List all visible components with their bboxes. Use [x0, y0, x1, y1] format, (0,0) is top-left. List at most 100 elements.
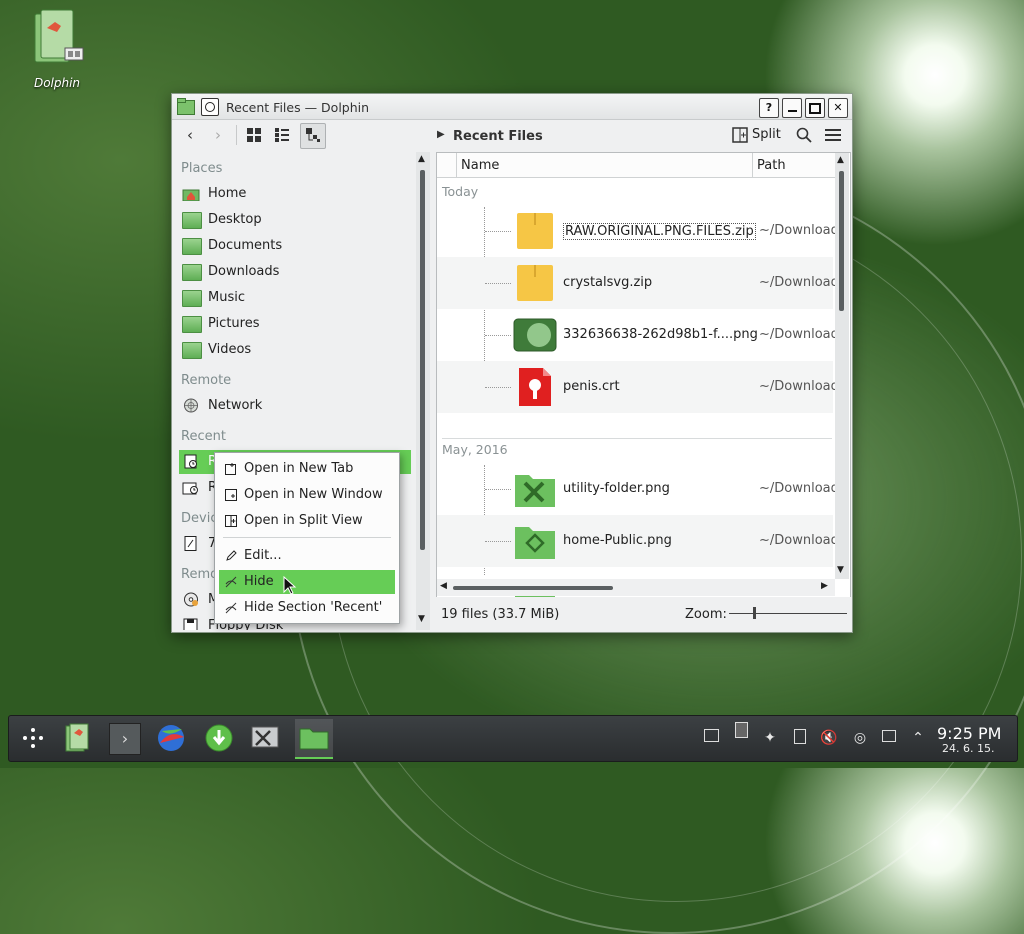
- back-arrow-icon: ‹: [187, 126, 193, 144]
- tree-branch: [485, 231, 511, 232]
- display-icon[interactable]: [880, 729, 898, 747]
- zoom-slider[interactable]: [729, 607, 847, 619]
- menu-open-in-split-view[interactable]: Open in Split View: [219, 509, 395, 533]
- icons-view-button[interactable]: [242, 123, 266, 147]
- split-label: Split: [752, 127, 781, 142]
- file-row[interactable]: penis.crt ~/Download: [437, 361, 839, 413]
- place-desktop[interactable]: Desktop: [179, 208, 411, 232]
- menu-label: Open in New Window: [244, 487, 383, 502]
- menu-edit[interactable]: Edit...: [219, 544, 395, 568]
- file-row[interactable]: utility-folder.png ~/Download: [437, 463, 839, 515]
- file-path: ~/Download: [759, 533, 839, 548]
- network-icon[interactable]: ◎: [851, 729, 869, 747]
- file-view-vscrollbar[interactable]: ▲ ▼: [835, 153, 849, 579]
- file-name: utility-folder.png: [563, 481, 670, 496]
- clipboard-device-icon[interactable]: [732, 722, 750, 740]
- clock-time[interactable]: 9:25 PM: [937, 724, 1001, 743]
- file-name: home-Public.png: [563, 533, 672, 548]
- file-row[interactable]: home-Public.png ~/Download: [437, 515, 839, 567]
- icons-view-icon: [247, 128, 261, 142]
- dolphin-task-icon[interactable]: [62, 723, 92, 753]
- file-view-vscroll-handle[interactable]: [839, 171, 844, 311]
- compact-view-button[interactable]: [270, 123, 294, 147]
- scroll-left-arrow-icon[interactable]: ◀: [440, 581, 447, 591]
- menu-open-in-new-window[interactable]: Open in New Window: [219, 483, 395, 507]
- scroll-up-arrow-icon[interactable]: ▲: [837, 155, 844, 165]
- place-label: Desktop: [208, 212, 262, 227]
- close-button[interactable]: ✕: [828, 98, 848, 118]
- music-folder-icon: [182, 290, 202, 307]
- breadcrumb[interactable]: Recent Files: [453, 129, 543, 144]
- file-row[interactable]: RAW.ORIGINAL.PNG.FILES.zip ~/Download: [437, 205, 839, 257]
- volume-muted-icon[interactable]: 🔇: [820, 729, 838, 747]
- places-scroll-handle[interactable]: [420, 170, 425, 550]
- back-button[interactable]: ‹: [178, 123, 202, 147]
- column-name-header[interactable]: Name: [461, 158, 499, 173]
- file-path: ~/Download: [759, 223, 839, 238]
- title-bar[interactable]: Recent Files — Dolphin ? ✕: [172, 94, 852, 120]
- certificate-icon: [519, 368, 551, 406]
- scroll-up-arrow-icon[interactable]: ▲: [418, 154, 425, 164]
- help-button[interactable]: ?: [759, 98, 779, 118]
- hard-disk-icon: [184, 536, 197, 551]
- split-view-icon: [732, 127, 748, 143]
- menu-label: Hide Section 'Recent': [244, 600, 383, 615]
- show-desktop-icon[interactable]: [702, 729, 720, 747]
- terminal-task-icon[interactable]: ›: [109, 723, 141, 755]
- download-manager-icon[interactable]: [204, 723, 234, 753]
- file-path: ~/Download: [759, 327, 839, 342]
- application-launcher-icon[interactable]: [21, 726, 45, 750]
- search-button[interactable]: [792, 123, 816, 147]
- section-places: Places: [181, 161, 223, 176]
- desktop-icon-dolphin[interactable]: Dolphin: [22, 8, 92, 90]
- documents-folder-icon: [182, 238, 202, 255]
- file-view-hscrollbar[interactable]: ◀ ▶: [437, 579, 835, 596]
- compact-view-icon: [275, 128, 289, 142]
- zoom-slider-handle[interactable]: [753, 607, 756, 619]
- file-view-hscroll-handle[interactable]: [453, 586, 613, 590]
- scroll-right-arrow-icon[interactable]: ▶: [821, 581, 828, 591]
- places-scrollbar-track[interactable]: ▲ ▼: [416, 152, 430, 630]
- file-view: Name Path Today RAW.ORIGINAL.PNG.FILES.z…: [436, 152, 851, 598]
- place-documents[interactable]: Documents: [179, 234, 411, 258]
- place-network[interactable]: Network: [179, 394, 411, 418]
- place-music[interactable]: Music: [179, 286, 411, 310]
- details-view-button[interactable]: [300, 123, 326, 149]
- scroll-down-arrow-icon[interactable]: ▼: [418, 614, 425, 624]
- edit-pencil-icon: [226, 550, 237, 561]
- place-home[interactable]: Home: [179, 182, 411, 206]
- menu-open-in-new-tab[interactable]: Open in New Tab: [219, 457, 395, 481]
- keep-above-icon[interactable]: [201, 98, 219, 116]
- kde-connect-icon[interactable]: ✦: [761, 729, 779, 747]
- active-task-dolphin[interactable]: [295, 719, 333, 759]
- maximize-button[interactable]: [805, 98, 825, 118]
- system-settings-icon[interactable]: [250, 723, 280, 753]
- dolphin-launcher-icon: [34, 9, 84, 63]
- place-downloads[interactable]: Downloads: [179, 260, 411, 284]
- column-divider: [456, 153, 457, 177]
- clipboard-icon[interactable]: [791, 729, 809, 747]
- web-browser-icon[interactable]: [156, 723, 186, 753]
- column-header: Name Path: [437, 153, 835, 178]
- breadcrumb-arrow-icon: ▶: [437, 129, 445, 140]
- menu-button[interactable]: [821, 123, 845, 147]
- column-path-header[interactable]: Path: [757, 158, 786, 173]
- toolbar: ‹ › ▶ Recent Files Split: [172, 120, 852, 150]
- clock-date[interactable]: 24. 6. 15.: [942, 742, 994, 755]
- hide-icon: [225, 576, 237, 588]
- expand-tray-icon[interactable]: ⌃: [909, 729, 927, 747]
- dolphin-app-icon[interactable]: [177, 98, 195, 115]
- forward-button[interactable]: ›: [206, 123, 230, 147]
- file-path: ~/Download: [759, 379, 839, 394]
- place-pictures[interactable]: Pictures: [179, 312, 411, 336]
- place-videos[interactable]: Videos: [179, 338, 411, 362]
- menu-hide-section-recent[interactable]: Hide Section 'Recent': [219, 596, 395, 620]
- menu-hide[interactable]: Hide: [219, 570, 395, 594]
- hide-icon: [225, 602, 237, 614]
- file-row[interactable]: 332636638-262d98b1-f....png ~/Download: [437, 309, 839, 361]
- file-name: 332636638-262d98b1-f....png: [563, 327, 758, 342]
- file-row[interactable]: crystalsvg.zip ~/Download: [437, 257, 839, 309]
- minimize-button[interactable]: [782, 98, 802, 118]
- downloads-folder-icon: [182, 264, 202, 281]
- scroll-down-arrow-icon[interactable]: ▼: [837, 565, 844, 575]
